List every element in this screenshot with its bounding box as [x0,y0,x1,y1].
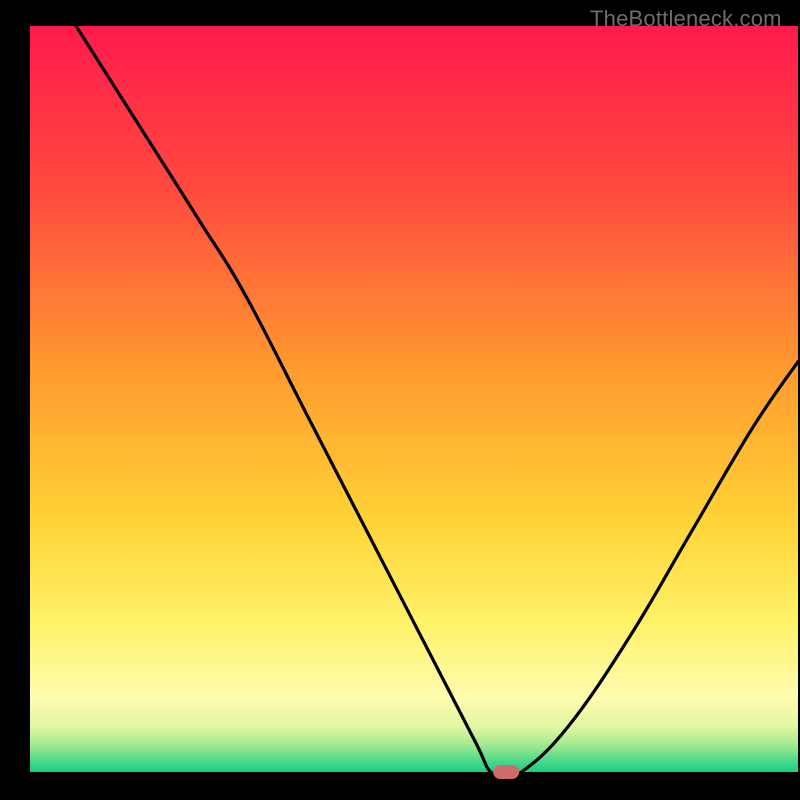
chart-stage: TheBottleneck.com [0,0,800,800]
watermark-text: TheBottleneck.com [590,6,782,32]
bottleneck-chart [0,0,800,800]
optimal-marker [493,765,519,779]
